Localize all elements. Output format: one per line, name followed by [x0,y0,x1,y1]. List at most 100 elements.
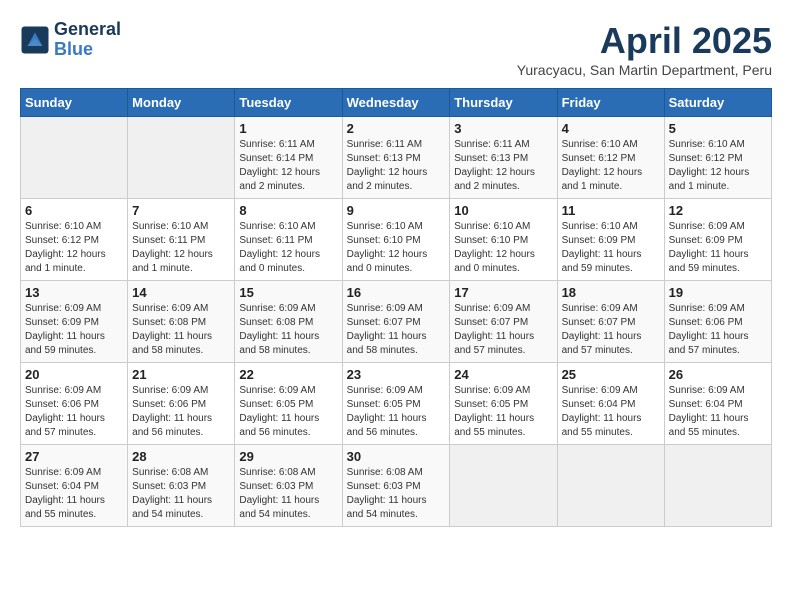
calendar-cell: 21 Sunrise: 6:09 AM Sunset: 6:06 PM Dayli… [128,363,235,445]
day-number: 17 [454,285,552,300]
calendar-cell: 6 Sunrise: 6:10 AM Sunset: 6:12 PM Daylig… [21,199,128,281]
calendar-cell: 29Sunrise: 6:08 AM Sunset: 6:03 PM Dayli… [235,445,342,527]
day-info: Sunrise: 6:09 AM Sunset: 6:07 PM Dayligh… [347,302,446,358]
day-info: Sunrise: 6:10 AM Sunset: 6:10 PM Dayligh… [454,220,552,276]
calendar-week-1: 1 Sunrise: 6:11 AM Sunset: 6:14 PM Daylig… [21,117,772,199]
day-header-tuesday: Tuesday [235,89,342,117]
calendar-week-2: 6 Sunrise: 6:10 AM Sunset: 6:12 PM Daylig… [21,199,772,281]
day-info: Sunrise: 6:09 AM Sunset: 6:08 PM Dayligh… [239,302,337,358]
calendar-title: April 2025 [517,20,772,62]
day-header-thursday: Thursday [450,89,557,117]
calendar-cell: 18Sunrise: 6:09 AM Sunset: 6:07 PM Dayli… [557,281,664,363]
calendar-cell: 3Sunrise: 6:11 AM Sunset: 6:13 PM Daylig… [450,117,557,199]
calendar-cell: 20 Sunrise: 6:09 AM Sunset: 6:06 PM Dayli… [21,363,128,445]
day-header-wednesday: Wednesday [342,89,450,117]
calendar-cell: 5 Sunrise: 6:10 AM Sunset: 6:12 PM Daylig… [664,117,771,199]
day-info: Sunrise: 6:10 AM Sunset: 6:11 PM Dayligh… [239,220,337,276]
day-info: Sunrise: 6:09 AM Sunset: 6:06 PM Dayligh… [25,384,123,440]
calendar-week-5: 27Sunrise: 6:09 AM Sunset: 6:04 PM Dayli… [21,445,772,527]
calendar-cell: 12Sunrise: 6:09 AM Sunset: 6:09 PM Dayli… [664,199,771,281]
calendar-cell: 9 Sunrise: 6:10 AM Sunset: 6:10 PM Daylig… [342,199,450,281]
day-number: 24 [454,367,552,382]
calendar-cell [128,117,235,199]
day-number: 26 [669,367,767,382]
calendar-cell: 17 Sunrise: 6:09 AM Sunset: 6:07 PM Dayli… [450,281,557,363]
day-number: 14 [132,285,230,300]
calendar-body: 1 Sunrise: 6:11 AM Sunset: 6:14 PM Daylig… [21,117,772,527]
day-number: 10 [454,203,552,218]
calendar-table: SundayMondayTuesdayWednesdayThursdayFrid… [20,88,772,527]
day-info: Sunrise: 6:10 AM Sunset: 6:11 PM Dayligh… [132,220,230,276]
day-info: Sunrise: 6:10 AM Sunset: 6:12 PM Dayligh… [562,138,660,194]
day-number: 16 [347,285,446,300]
calendar-header-row: SundayMondayTuesdayWednesdayThursdayFrid… [21,89,772,117]
title-area: April 2025 Yuracyacu, San Martin Departm… [517,20,772,78]
calendar-week-3: 13 Sunrise: 6:09 AM Sunset: 6:09 PM Dayli… [21,281,772,363]
day-info: Sunrise: 6:09 AM Sunset: 6:04 PM Dayligh… [562,384,660,440]
day-number: 13 [25,285,123,300]
day-number: 12 [669,203,767,218]
day-number: 25 [562,367,660,382]
day-number: 11 [562,203,660,218]
day-info: Sunrise: 6:09 AM Sunset: 6:06 PM Dayligh… [669,302,767,358]
day-info: Sunrise: 6:09 AM Sunset: 6:07 PM Dayligh… [454,302,552,358]
day-number: 5 [669,121,767,136]
logo: GeneralBlue [20,20,121,60]
day-number: 28 [132,449,230,464]
calendar-cell: 13 Sunrise: 6:09 AM Sunset: 6:09 PM Dayli… [21,281,128,363]
day-info: Sunrise: 6:08 AM Sunset: 6:03 PM Dayligh… [347,466,446,522]
day-info: Sunrise: 6:11 AM Sunset: 6:13 PM Dayligh… [347,138,446,194]
day-number: 27 [25,449,123,464]
calendar-cell: 8Sunrise: 6:10 AM Sunset: 6:11 PM Daylig… [235,199,342,281]
day-info: Sunrise: 6:10 AM Sunset: 6:10 PM Dayligh… [347,220,446,276]
day-info: Sunrise: 6:10 AM Sunset: 6:12 PM Dayligh… [25,220,123,276]
day-number: 1 [239,121,337,136]
day-number: 20 [25,367,123,382]
calendar-cell [557,445,664,527]
day-info: Sunrise: 6:09 AM Sunset: 6:08 PM Dayligh… [132,302,230,358]
day-header-sunday: Sunday [21,89,128,117]
day-number: 15 [239,285,337,300]
day-info: Sunrise: 6:09 AM Sunset: 6:06 PM Dayligh… [132,384,230,440]
day-info: Sunrise: 6:09 AM Sunset: 6:09 PM Dayligh… [25,302,123,358]
day-info: Sunrise: 6:09 AM Sunset: 6:04 PM Dayligh… [669,384,767,440]
logo-text: GeneralBlue [54,20,121,60]
calendar-cell [450,445,557,527]
day-number: 23 [347,367,446,382]
calendar-week-4: 20 Sunrise: 6:09 AM Sunset: 6:06 PM Dayli… [21,363,772,445]
calendar-cell: 10 Sunrise: 6:10 AM Sunset: 6:10 PM Dayli… [450,199,557,281]
calendar-cell: 28 Sunrise: 6:08 AM Sunset: 6:03 PM Dayli… [128,445,235,527]
day-info: Sunrise: 6:09 AM Sunset: 6:05 PM Dayligh… [454,384,552,440]
calendar-cell: 14 Sunrise: 6:09 AM Sunset: 6:08 PM Dayli… [128,281,235,363]
day-info: Sunrise: 6:09 AM Sunset: 6:05 PM Dayligh… [347,384,446,440]
calendar-cell: 26 Sunrise: 6:09 AM Sunset: 6:04 PM Dayli… [664,363,771,445]
calendar-cell: 15 Sunrise: 6:09 AM Sunset: 6:08 PM Dayli… [235,281,342,363]
calendar-cell: 2 Sunrise: 6:11 AM Sunset: 6:13 PM Daylig… [342,117,450,199]
day-info: Sunrise: 6:11 AM Sunset: 6:14 PM Dayligh… [239,138,337,194]
header: GeneralBlue April 2025 Yuracyacu, San Ma… [20,20,772,78]
day-info: Sunrise: 6:10 AM Sunset: 6:09 PM Dayligh… [562,220,660,276]
day-number: 29 [239,449,337,464]
calendar-cell: 7Sunrise: 6:10 AM Sunset: 6:11 PM Daylig… [128,199,235,281]
calendar-cell: 1 Sunrise: 6:11 AM Sunset: 6:14 PM Daylig… [235,117,342,199]
calendar-cell: 25 Sunrise: 6:09 AM Sunset: 6:04 PM Dayli… [557,363,664,445]
day-header-friday: Friday [557,89,664,117]
calendar-cell: 22Sunrise: 6:09 AM Sunset: 6:05 PM Dayli… [235,363,342,445]
day-info: Sunrise: 6:10 AM Sunset: 6:12 PM Dayligh… [669,138,767,194]
day-header-saturday: Saturday [664,89,771,117]
calendar-cell [21,117,128,199]
day-info: Sunrise: 6:08 AM Sunset: 6:03 PM Dayligh… [132,466,230,522]
day-number: 2 [347,121,446,136]
day-number: 21 [132,367,230,382]
day-number: 3 [454,121,552,136]
day-number: 9 [347,203,446,218]
day-number: 6 [25,203,123,218]
calendar-cell: 16 Sunrise: 6:09 AM Sunset: 6:07 PM Dayli… [342,281,450,363]
day-number: 30 [347,449,446,464]
day-number: 18 [562,285,660,300]
day-header-monday: Monday [128,89,235,117]
calendar-subtitle: Yuracyacu, San Martin Department, Peru [517,62,772,78]
calendar-cell: 24 Sunrise: 6:09 AM Sunset: 6:05 PM Dayli… [450,363,557,445]
day-info: Sunrise: 6:09 AM Sunset: 6:05 PM Dayligh… [239,384,337,440]
calendar-cell: 4Sunrise: 6:10 AM Sunset: 6:12 PM Daylig… [557,117,664,199]
